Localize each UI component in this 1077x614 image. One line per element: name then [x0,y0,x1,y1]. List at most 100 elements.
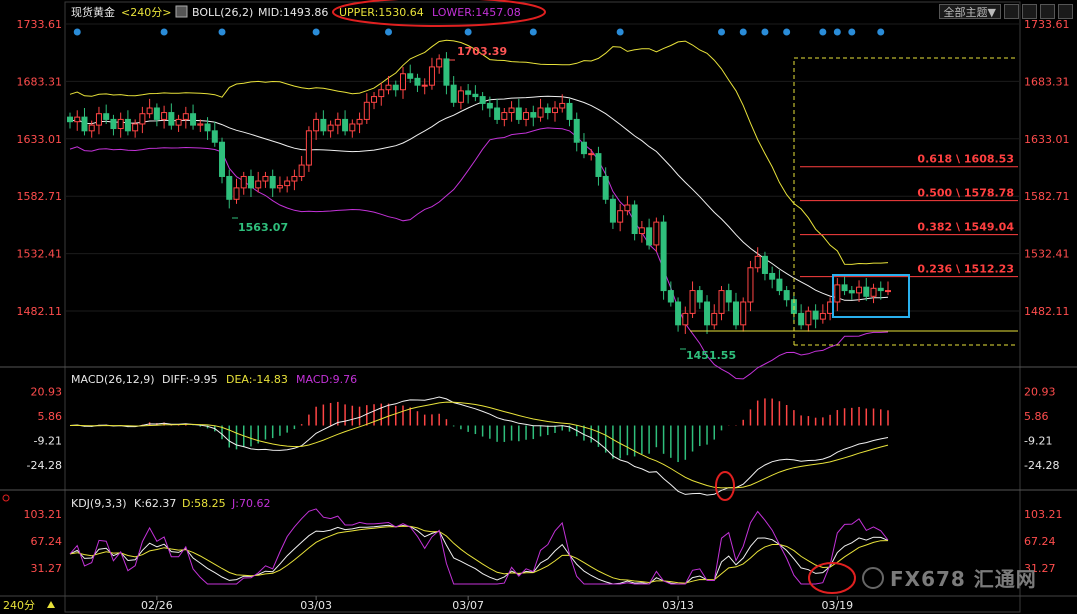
candle-body [211,130,218,143]
macd-axis-right-label: -24.28 [1024,459,1059,472]
signal-dot [616,28,624,36]
macd-axis-left-label: 5.86 [38,410,63,423]
candle-body [255,180,262,189]
boll-upper-value: UPPER:1530.64 [339,6,424,19]
candle-body [240,175,247,189]
candle-body [769,272,776,280]
candle-body [544,107,551,114]
candle-body [870,287,877,297]
candle-body [885,290,891,293]
candle-body [132,123,139,132]
price-axis-right-label: 1733.61 [1024,18,1070,31]
candle-body [624,204,631,212]
candle-body [696,290,703,303]
candle-body [436,58,443,68]
candle-body [494,107,501,120]
kdj-panel [69,508,889,585]
macd-cross-highlight [715,471,735,501]
candle-body [320,118,327,132]
candle-body [841,284,848,292]
boll-toggle-icon[interactable] [175,5,188,18]
candle-body [667,290,674,303]
boll-label: BOLL(26,2) [192,6,253,19]
candle-body [660,221,667,292]
price-axis-left-label: 1532.41 [17,248,63,261]
candle-body [718,290,725,314]
period-up-icon[interactable] [47,601,55,608]
candles [67,52,891,334]
candle-body [204,123,211,132]
candle-body [334,118,341,126]
candle-body [117,118,124,130]
fib-level-label: 0.618 \ 1608.53 [917,153,1014,166]
kdj-marker-icon [2,494,10,502]
grid [65,23,1020,312]
candle-body [88,124,95,132]
macd-dea-value: DEA:-14.83 [226,373,288,386]
macd-axis-left-label: 20.93 [31,386,63,399]
candle-body [81,116,88,132]
kdj-j-value: J:70.62 [231,497,270,510]
candle-body [378,89,385,98]
signal-dot [73,28,81,36]
brand-watermark: FX678 汇通网 [862,563,1037,592]
kdj-axis-left-label: 103.21 [24,508,63,521]
signal-dot [877,28,885,36]
candle-body [711,312,718,326]
window-toggle-icon[interactable] [1004,4,1019,19]
candle-body [812,310,819,320]
candle-body [580,141,587,155]
theme-select-label: 全部主题 [943,6,988,19]
candle-body [559,102,566,109]
theme-select-button[interactable]: 全部主题▼ [938,4,1001,19]
candle-body [182,113,189,120]
candle-body [530,112,537,118]
kdj-cross-highlight [808,562,856,594]
candle-body [219,141,226,177]
candle-body [653,221,660,246]
kdj-axis-right-label: 67.24 [1024,535,1056,548]
candle-body [392,84,399,91]
price-axis-right-label: 1633.01 [1024,133,1070,146]
bollinger-bands [69,39,889,380]
zoom-icon[interactable] [1040,4,1055,19]
brand-text: FX678 汇通网 [890,567,1037,591]
fib-level-label: 0.236 \ 1512.23 [917,263,1014,276]
signal-dot [312,28,320,36]
candle-body [327,124,334,132]
settings-icon[interactable] [1022,4,1037,19]
date-axis-label: 02/26 [141,599,173,612]
kdj-label: KDJ(9,3,3) [71,497,127,510]
date-axis-label: 03/19 [821,599,853,612]
price-axis-left-label: 1582.71 [17,190,63,203]
candle-body [356,118,363,125]
macd-label: MACD(26,12,9) [71,373,155,386]
maximize-icon[interactable] [1058,4,1073,19]
candle-body [363,101,370,120]
price-axis-right-label: 1482.11 [1024,305,1070,318]
candle-body [313,118,320,132]
candle-body [588,153,595,156]
symbol-title: 现货黄金 [71,5,115,19]
boll-upper-line [69,39,889,265]
candle-body [457,90,464,103]
kdj-k-line [69,524,889,585]
candle-body [247,175,254,189]
signal-dot [833,28,841,36]
kdj-axis-left-label: 31.27 [31,562,63,575]
chart-canvas[interactable]: 1733.61 1733.61 1683.31 1683.31 1633.01 1633.… [0,0,1077,614]
candle-body [508,107,515,114]
candle-body [689,290,696,314]
candle-body [566,102,573,120]
candle-body [682,312,689,326]
candle-body [399,73,406,91]
candle-body [153,107,160,120]
low2-annotation: 1451.55 [686,349,736,362]
fib-level-label: 0.382 \ 1549.04 [917,221,1014,234]
candle-body [805,310,812,326]
kdj-axis-right-label: 103.21 [1024,508,1063,521]
price-axis-left-label: 1683.31 [17,75,63,88]
macd-diff-value: DIFF:-9.95 [162,373,218,386]
kdj-d-value: D:58.25 [182,497,226,510]
macd-panel [69,396,889,496]
